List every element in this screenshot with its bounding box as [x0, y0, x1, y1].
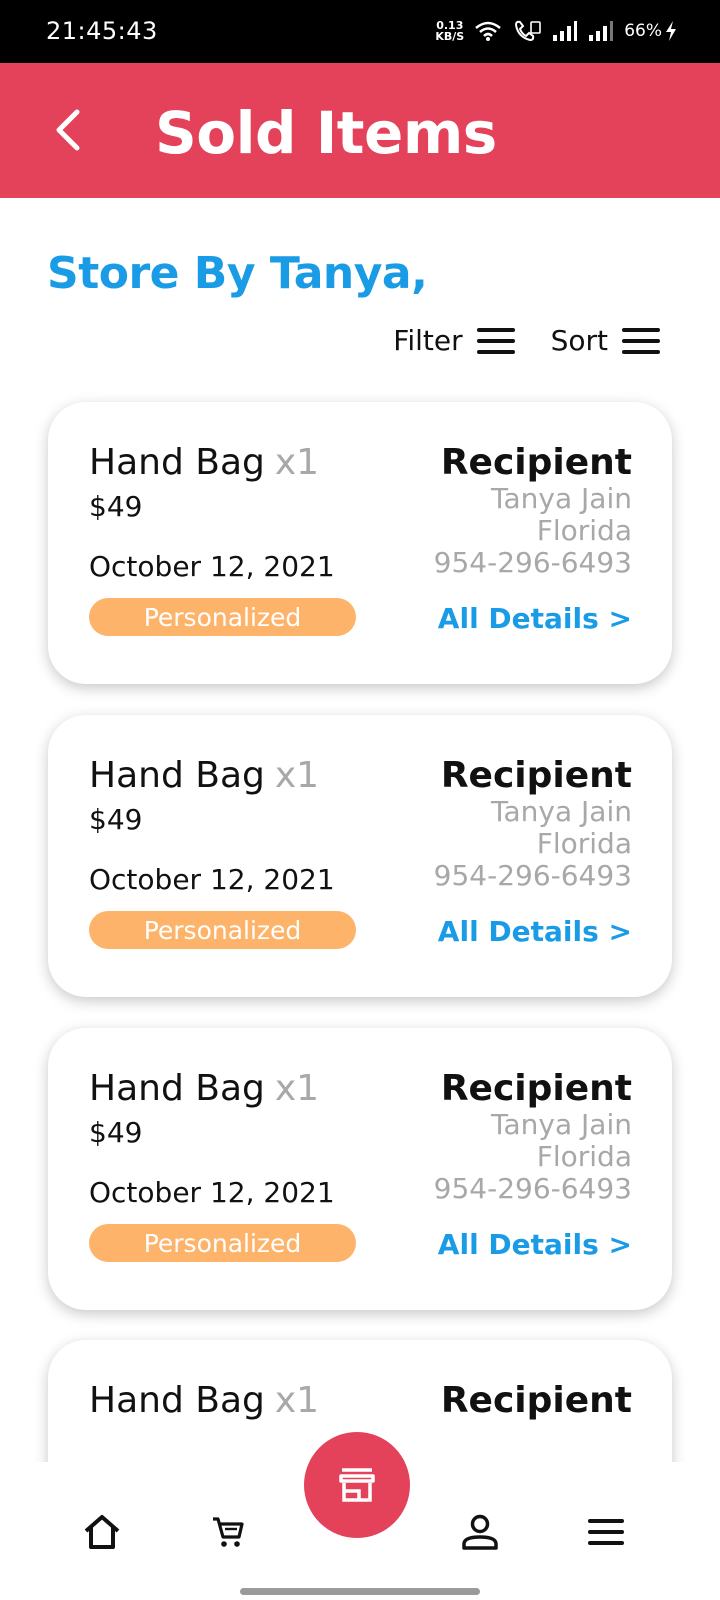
recipient-phone: 954-296-6493: [433, 1172, 632, 1205]
item-name: Hand Bag: [89, 1380, 265, 1421]
item-date: October 12, 2021: [89, 550, 335, 583]
personalized-badge: Personalized: [89, 911, 356, 949]
filter-icon: [476, 327, 515, 354]
sort-label: Sort: [550, 324, 608, 357]
item-date: October 12, 2021: [89, 863, 335, 896]
recipient-block: Recipient Tanya Jain Florida 954-296-649…: [434, 442, 632, 579]
recipient-location: Florida: [536, 514, 632, 547]
item-name-row: Hand Bag x1: [89, 755, 319, 796]
sold-item-card[interactable]: Hand Bag x1 $49 October 12, 2021 Personal…: [48, 1028, 672, 1310]
personalized-badge: Personalized: [89, 1224, 356, 1262]
recipient-location: Florida: [536, 1140, 632, 1173]
all-details-link[interactable]: All Details >: [438, 1228, 632, 1261]
home-indicator[interactable]: [240, 1588, 480, 1595]
store-title: Store By Tanya,: [47, 248, 428, 299]
item-price: $49: [89, 490, 143, 523]
item-name: Hand Bag: [89, 1068, 265, 1109]
nav-store[interactable]: [304, 1432, 410, 1538]
all-details-link[interactable]: All Details >: [438, 915, 632, 948]
recipient-title: Recipient: [440, 442, 632, 483]
recipient-name: Tanya Jain: [491, 795, 632, 828]
recipient-block: Recipient Tanya Jain Florida 954-296-649…: [434, 755, 632, 892]
item-quantity: x1: [274, 755, 320, 796]
item-date: October 12, 2021: [89, 1176, 335, 1209]
nav-home[interactable]: [72, 1502, 132, 1562]
item-name-row: Hand Bag x1: [89, 442, 319, 483]
nav-menu[interactable]: [576, 1502, 636, 1562]
store-icon: [339, 1468, 375, 1502]
item-quantity: x1: [274, 442, 320, 483]
item-name: Hand Bag: [89, 442, 265, 483]
recipient-name: Tanya Jain: [491, 1108, 632, 1141]
filter-button[interactable]: Filter: [393, 324, 515, 357]
all-details-link[interactable]: All Details >: [438, 602, 632, 635]
profile-icon: [462, 1514, 498, 1550]
recipient-title: Recipient: [440, 1380, 632, 1421]
sold-item-card[interactable]: Hand Bag x1 $49 October 12, 2021 Personal…: [48, 402, 672, 684]
item-quantity: x1: [274, 1380, 320, 1421]
list-toolbar: Filter Sort: [393, 324, 660, 357]
sold-items-list[interactable]: Store By Tanya, Filter Sort Hand Bag x1 $…: [0, 0, 720, 1462]
filter-label: Filter: [393, 324, 463, 357]
recipient-phone: 954-296-6493: [433, 859, 632, 892]
sold-item-card[interactable]: Hand Bag x1 $49 October 12, 2021 Personal…: [48, 715, 672, 997]
item-price: $49: [89, 1116, 143, 1149]
item-quantity: x1: [274, 1068, 320, 1109]
recipient-title: Recipient: [440, 1068, 632, 1109]
recipient-block: Recipient Tanya Jain Florida 954-296-649…: [434, 1068, 632, 1205]
sort-button[interactable]: Sort: [551, 324, 660, 357]
personalized-badge: Personalized: [89, 598, 356, 636]
recipient-location: Florida: [536, 827, 632, 860]
sort-icon: [622, 327, 660, 354]
recipient-phone: 954-296-6493: [433, 546, 632, 579]
recipient-title: Recipient: [440, 755, 632, 796]
item-name: Hand Bag: [89, 755, 265, 796]
home-icon: [84, 1515, 120, 1549]
recipient-name: Tanya Jain: [491, 482, 632, 515]
nav-profile[interactable]: [450, 1502, 510, 1562]
item-name-row: Hand Bag x1: [89, 1380, 319, 1421]
recipient-block: Recipient: [441, 1380, 632, 1421]
item-price: $49: [89, 803, 143, 836]
bottom-nav: [0, 1432, 720, 1600]
item-name-row: Hand Bag x1: [89, 1068, 319, 1109]
menu-icon: [588, 1519, 624, 1545]
nav-cart[interactable]: [198, 1502, 258, 1562]
cart-icon: [213, 1517, 244, 1547]
